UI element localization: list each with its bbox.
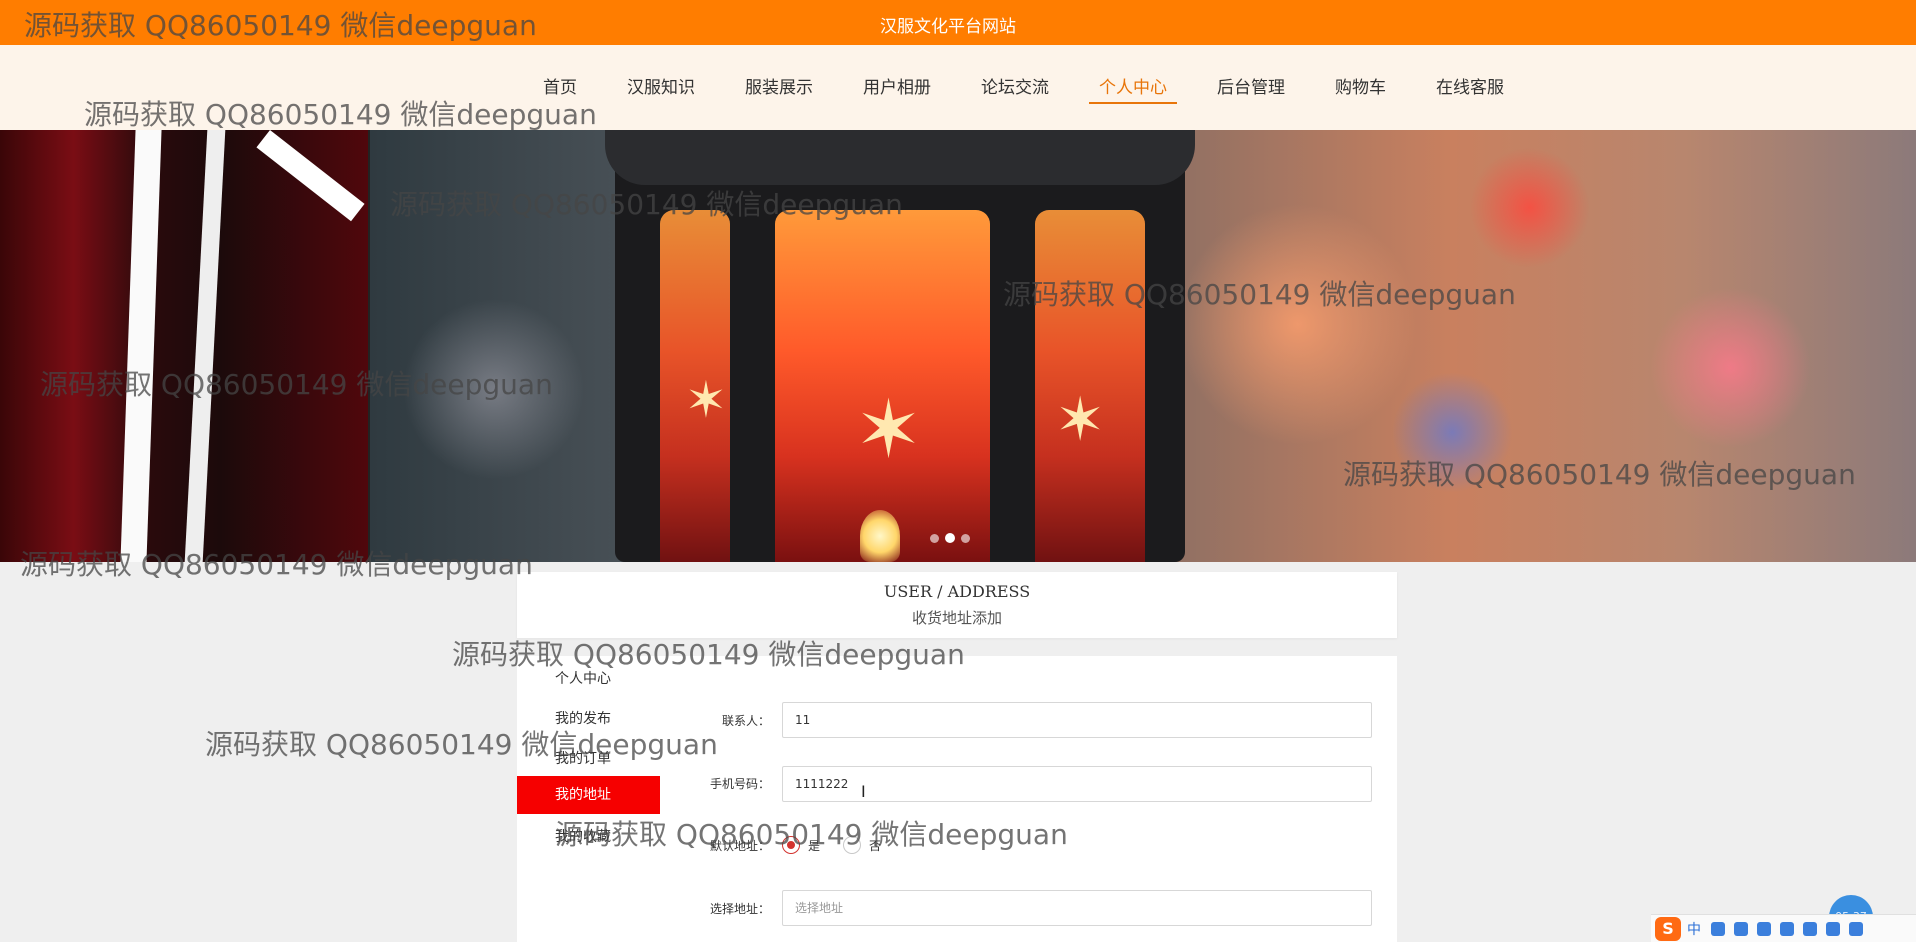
nav-item-hanfu-knowledge[interactable]: 汉服知识 [617, 74, 705, 104]
banner-slide-lantern: ✶ ✶ ✶ [370, 130, 1916, 562]
top-bar: 汉服文化平台网站 [0, 0, 1916, 45]
ime-mode-toggle[interactable]: 中 [1687, 919, 1701, 939]
user-icon[interactable] [1803, 921, 1817, 936]
select-address-label: 选择地址： [709, 902, 770, 916]
carousel-indicators [930, 533, 976, 543]
sidebar-item-my-orders[interactable]: 我的订单 [555, 748, 611, 768]
nav-item-home[interactable]: 首页 [533, 74, 587, 104]
star-icon: ✶ [855, 383, 923, 476]
lantern-image: ✶ ✶ ✶ [605, 130, 1195, 562]
candle-flame [860, 510, 900, 562]
sidebar-item-personal-center[interactable]: 个人中心 [555, 668, 611, 688]
banner-carousel[interactable]: ✶ ✶ ✶ [0, 130, 1916, 562]
page-title-cn: 收货地址添加 [911, 609, 1002, 627]
site-title: 汉服文化平台网站 [880, 17, 1016, 37]
banner-stripe [184, 130, 226, 562]
contact-label: 联系人： [721, 714, 770, 728]
skin-icon[interactable] [1826, 921, 1840, 936]
carousel-dot[interactable] [961, 534, 970, 543]
phone-label: 手机号码： [709, 777, 770, 791]
nav-item-forum[interactable]: 论坛交流 [971, 74, 1059, 104]
carousel-dot[interactable] [930, 534, 939, 543]
punctuation-icon[interactable] [1711, 921, 1725, 936]
toolbox-icon[interactable] [1849, 921, 1863, 936]
sidebar-item-my-favorites[interactable]: 我的收藏 [555, 826, 611, 846]
keyboard-icon[interactable] [1780, 921, 1794, 936]
nav-item-cart[interactable]: 购物车 [1325, 74, 1396, 104]
default-no-radio[interactable] [843, 836, 861, 854]
phone-input[interactable]: 1111222 [782, 766, 1372, 802]
contact-input[interactable]: 11 [782, 702, 1372, 738]
banner-stripe [256, 130, 365, 222]
nav-item-personal-center[interactable]: 个人中心 [1089, 74, 1177, 104]
banner-stripe [120, 130, 162, 562]
sidebar-item-my-posts[interactable]: 我的发布 [555, 708, 611, 728]
microphone-icon[interactable] [1757, 921, 1771, 936]
ime-toolbar[interactable]: S 中 [1651, 914, 1916, 942]
star-icon: ✶ [1055, 385, 1106, 455]
page-header: USER / ADDRESS 收货地址添加 [517, 572, 1397, 638]
emoji-icon[interactable] [1734, 921, 1748, 936]
default-yes-label[interactable]: 是 [808, 837, 820, 854]
nav-item-admin[interactable]: 后台管理 [1207, 74, 1295, 104]
star-icon: ✶ [685, 371, 727, 429]
lantern-cap [605, 130, 1195, 185]
sidebar-item-my-address[interactable]: 我的地址 [517, 776, 660, 814]
select-address-input[interactable]: 选择地址 [782, 890, 1372, 926]
default-yes-radio[interactable] [782, 836, 800, 854]
banner-slide-previous [0, 130, 368, 562]
address-form-card: 个人中心 我的发布 我的订单 我的地址 我的收藏 联系人： 11 手机号码： 1… [517, 656, 1397, 942]
ime-logo-icon[interactable]: S [1655, 916, 1681, 941]
carousel-dot-active[interactable] [945, 533, 955, 543]
text-cursor-icon: I [861, 782, 866, 801]
nav-menu: 首页 汉服知识 服装展示 用户相册 论坛交流 个人中心 后台管理 购物车 在线客… [533, 74, 1544, 104]
default-address-label: 默认地址： [709, 839, 770, 853]
default-no-label[interactable]: 否 [869, 837, 881, 854]
main-nav: 首页 汉服知识 服装展示 用户相册 论坛交流 个人中心 后台管理 购物车 在线客… [0, 45, 1916, 130]
nav-item-clothing-showcase[interactable]: 服装展示 [735, 74, 823, 104]
nav-item-user-album[interactable]: 用户相册 [853, 74, 941, 104]
nav-item-customer-service[interactable]: 在线客服 [1426, 74, 1514, 104]
page-title-en: USER / ADDRESS [883, 582, 1031, 601]
